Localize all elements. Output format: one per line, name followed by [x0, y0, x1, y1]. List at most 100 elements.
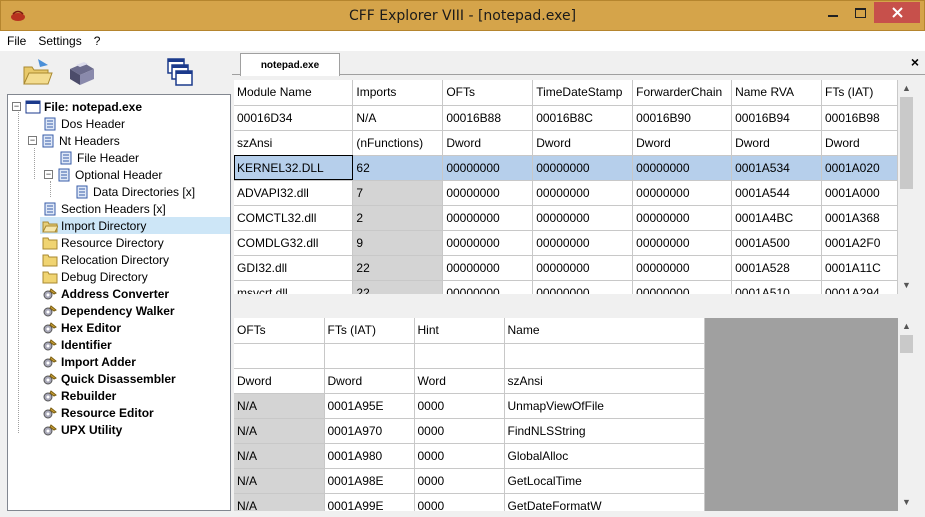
- functions-scrollbar[interactable]: ▲ ▼: [898, 318, 915, 511]
- table-cell[interactable]: 0000: [414, 443, 505, 469]
- table-cell[interactable]: 0001A99E: [324, 493, 415, 511]
- table-cell[interactable]: 0001A98E: [324, 468, 415, 494]
- table-cell[interactable]: N/A: [234, 493, 325, 511]
- column-header[interactable]: ForwarderChain: [632, 80, 733, 106]
- table-cell[interactable]: 00000000: [442, 255, 534, 281]
- table-cell[interactable]: 0001A2F0: [821, 230, 898, 256]
- scroll-up-icon[interactable]: ▲: [898, 80, 915, 97]
- table-cell[interactable]: 0001A510: [731, 280, 822, 294]
- tree-item-resource-directory[interactable]: Resource Directory: [42, 234, 164, 251]
- table-row[interactable]: N/A 0001A98E 0000 GetLocalTime: [234, 468, 705, 494]
- table-cell[interactable]: 0001A95E: [324, 393, 415, 419]
- tree-item-dos-header[interactable]: Dos Header: [42, 115, 125, 132]
- table-row[interactable]: N/A 0001A970 0000 FindNLSString: [234, 418, 705, 444]
- tree-item-identifier[interactable]: Identifier: [42, 336, 112, 353]
- table-cell[interactable]: 0001A980: [324, 443, 415, 469]
- table-row[interactable]: ADVAPI32.dll 7 00000000 00000000 0000000…: [234, 180, 898, 206]
- table-cell[interactable]: N/A: [234, 393, 325, 419]
- table-cell[interactable]: 00000000: [632, 180, 733, 206]
- table-cell[interactable]: 00000000: [532, 180, 634, 206]
- table-cell[interactable]: 00000000: [632, 255, 733, 281]
- table-cell[interactable]: 00000000: [532, 280, 634, 294]
- save-file-button[interactable]: [64, 55, 98, 89]
- table-cell[interactable]: 0001A11C: [821, 255, 898, 281]
- column-header[interactable]: Imports: [352, 80, 444, 106]
- collapse-icon[interactable]: −: [12, 102, 21, 111]
- column-header[interactable]: FTs (IAT): [324, 318, 415, 344]
- table-cell[interactable]: N/A: [234, 468, 325, 494]
- table-cell[interactable]: 00000000: [442, 280, 534, 294]
- table-cell[interactable]: 22: [352, 280, 444, 294]
- scroll-down-icon[interactable]: ▼: [898, 277, 915, 294]
- tree-item-resource-editor[interactable]: Resource Editor: [42, 404, 154, 421]
- table-cell[interactable]: 0000: [414, 468, 505, 494]
- table-cell[interactable]: 0000: [414, 393, 505, 419]
- table-row[interactable]: COMCTL32.dll 2 00000000 00000000 0000000…: [234, 205, 898, 231]
- table-row[interactable]: N/A 0001A99E 0000 GetDateFormatW: [234, 493, 705, 511]
- table-cell[interactable]: msvcrt.dll: [234, 280, 354, 294]
- table-row[interactable]: N/A 0001A95E 0000 UnmapViewOfFile: [234, 393, 705, 419]
- tree-root[interactable]: − File: notepad.exe: [12, 98, 142, 115]
- column-header[interactable]: Module Name: [234, 80, 354, 106]
- table-cell[interactable]: COMDLG32.dll: [234, 230, 354, 256]
- tree-item-import-directory[interactable]: Import Directory: [40, 217, 230, 234]
- table-cell[interactable]: 0001A020: [821, 155, 898, 181]
- scroll-thumb[interactable]: [900, 335, 913, 353]
- table-cell[interactable]: ADVAPI32.dll: [234, 180, 354, 206]
- table-cell[interactable]: 00000000: [532, 230, 634, 256]
- tree-item-upx-utility[interactable]: UPX Utility: [42, 421, 122, 438]
- tree-item-hex-editor[interactable]: Hex Editor: [42, 319, 121, 336]
- scroll-thumb[interactable]: [900, 97, 913, 189]
- column-header[interactable]: Hint: [414, 318, 505, 344]
- column-header[interactable]: FTs (IAT): [821, 80, 898, 106]
- table-cell[interactable]: 0001A368: [821, 205, 898, 231]
- table-cell[interactable]: 9: [352, 230, 444, 256]
- open-file-button[interactable]: [20, 55, 54, 89]
- table-cell[interactable]: 00000000: [632, 280, 733, 294]
- table-row[interactable]: msvcrt.dll 22 00000000 00000000 00000000…: [234, 280, 898, 294]
- collapse-icon[interactable]: −: [28, 136, 37, 145]
- table-cell[interactable]: 00000000: [532, 205, 634, 231]
- table-row[interactable]: GDI32.dll 22 00000000 00000000 00000000 …: [234, 255, 898, 281]
- scroll-up-icon[interactable]: ▲: [898, 318, 915, 335]
- table-cell[interactable]: GetLocalTime: [504, 468, 705, 494]
- table-cell[interactable]: 7: [352, 180, 444, 206]
- tree-item-data-directories[interactable]: Data Directories [x]: [74, 183, 195, 200]
- table-row[interactable]: COMDLG32.dll 9 00000000 00000000 0000000…: [234, 230, 898, 256]
- tree-item-quick-disassembler[interactable]: Quick Disassembler: [42, 370, 176, 387]
- maximize-button[interactable]: [847, 2, 874, 23]
- table-cell[interactable]: 0001A294: [821, 280, 898, 294]
- column-header[interactable]: Name: [504, 318, 705, 344]
- table-row[interactable]: KERNEL32.DLL 62 00000000 00000000 000000…: [234, 155, 898, 181]
- table-cell[interactable]: 00000000: [532, 255, 634, 281]
- table-cell[interactable]: N/A: [234, 443, 325, 469]
- column-header[interactable]: TimeDateStamp: [532, 80, 634, 106]
- column-header[interactable]: Name RVA: [731, 80, 822, 106]
- tree-item-rebuilder[interactable]: Rebuilder: [42, 387, 116, 404]
- table-cell[interactable]: 0001A528: [731, 255, 822, 281]
- tree-item-debug-directory[interactable]: Debug Directory: [42, 268, 148, 285]
- table-cell[interactable]: 62: [352, 155, 444, 181]
- table-cell[interactable]: COMCTL32.dll: [234, 205, 354, 231]
- tab-notepad-exe[interactable]: notepad.exe: [240, 53, 340, 76]
- tree-item-relocation-directory[interactable]: Relocation Directory: [42, 251, 169, 268]
- table-cell[interactable]: FindNLSString: [504, 418, 705, 444]
- tree-item-import-adder[interactable]: Import Adder: [42, 353, 136, 370]
- table-cell[interactable]: GDI32.dll: [234, 255, 354, 281]
- close-button[interactable]: [874, 2, 920, 23]
- menu-settings[interactable]: Settings: [38, 34, 81, 48]
- table-cell[interactable]: UnmapViewOfFile: [504, 393, 705, 419]
- tab-close-button[interactable]: ×: [911, 54, 919, 70]
- menu-help[interactable]: ?: [94, 34, 101, 48]
- table-cell[interactable]: 0001A000: [821, 180, 898, 206]
- table-cell[interactable]: 0001A4BC: [731, 205, 822, 231]
- table-cell[interactable]: 00000000: [532, 155, 634, 181]
- table-cell[interactable]: 00000000: [442, 155, 534, 181]
- table-cell[interactable]: N/A: [234, 418, 325, 444]
- minimize-button[interactable]: [819, 2, 847, 23]
- menu-file[interactable]: File: [7, 34, 26, 48]
- table-cell[interactable]: 0000: [414, 418, 505, 444]
- table-cell[interactable]: 00000000: [442, 230, 534, 256]
- windows-button[interactable]: [164, 57, 198, 91]
- table-cell[interactable]: 00000000: [632, 205, 733, 231]
